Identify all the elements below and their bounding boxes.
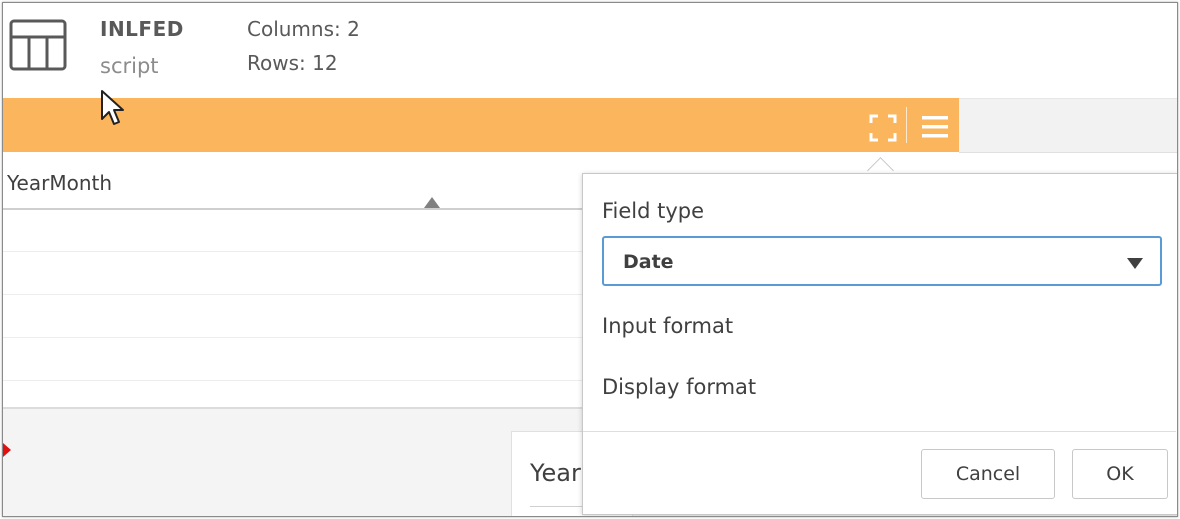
ok-button[interactable]: OK	[1072, 449, 1168, 499]
table-name: INLFED	[100, 17, 184, 41]
popover-footer-divider	[583, 431, 1176, 432]
field-type-label: Field type	[602, 199, 705, 223]
columns-count: Columns: 2	[247, 17, 360, 41]
app-window: INLFED script Columns: 2 Rows: 12 YearMo…	[2, 2, 1178, 517]
column-header-divider	[3, 208, 583, 210]
lower-card-label: Year	[530, 459, 581, 487]
field-type-select[interactable]	[602, 236, 1162, 286]
toolbar-right-area	[959, 98, 1177, 153]
red-marker-icon	[3, 443, 11, 457]
rows-count: Rows: 12	[247, 51, 338, 75]
table-row	[3, 294, 583, 295]
table-row	[3, 380, 583, 381]
table-source: script	[100, 54, 159, 78]
column-header-yearmonth[interactable]: YearMonth	[7, 171, 112, 195]
table-row	[3, 337, 583, 338]
expand-icon[interactable]	[869, 114, 897, 142]
hamburger-menu-icon[interactable]	[921, 114, 949, 140]
field-type-value[interactable]: Date	[623, 251, 674, 273]
display-format-label: Display format	[602, 375, 757, 399]
table-icon	[9, 19, 67, 71]
mouse-cursor-icon	[101, 90, 124, 125]
table-header: INLFED script Columns: 2 Rows: 12	[3, 3, 1177, 95]
toolbar-divider	[906, 107, 907, 143]
chevron-down-icon[interactable]	[1127, 258, 1143, 269]
sort-ascending-icon[interactable]	[424, 197, 440, 208]
cancel-button[interactable]: Cancel	[921, 449, 1055, 499]
input-format-label: Input format	[602, 314, 734, 338]
table-toolbar	[3, 98, 959, 152]
table-row	[3, 251, 583, 252]
right-column-divider	[959, 152, 1177, 153]
